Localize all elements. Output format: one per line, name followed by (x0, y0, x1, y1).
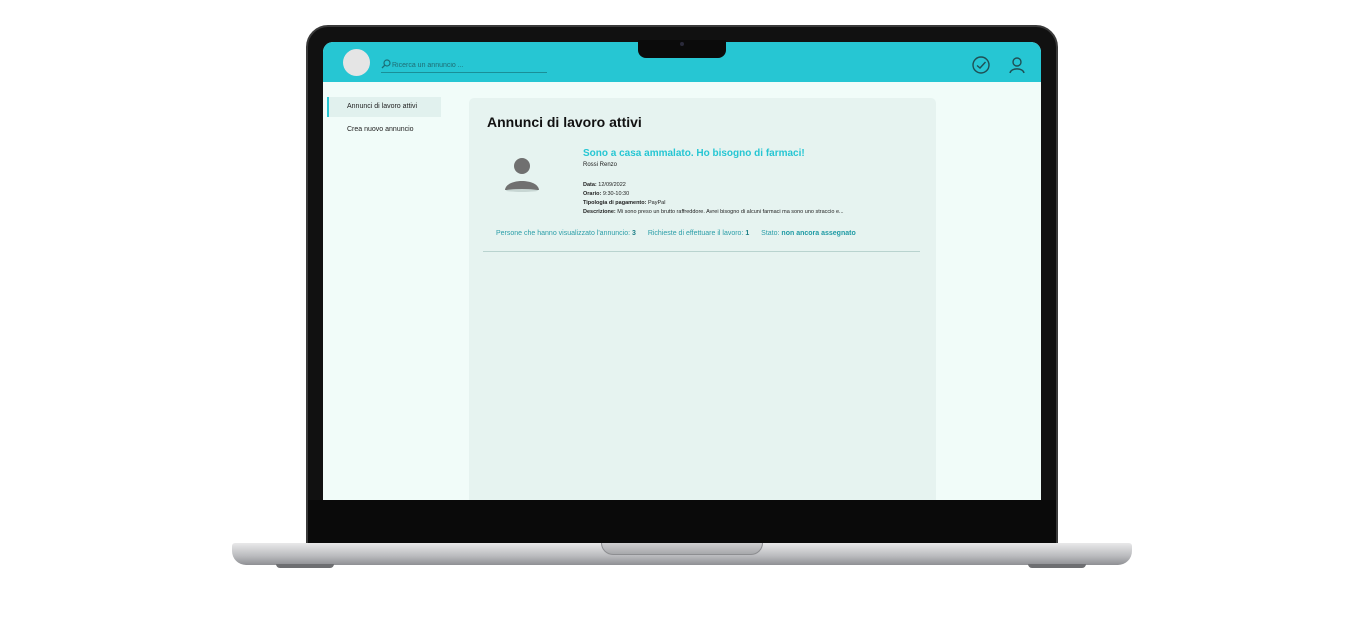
laptop-opening-groove (601, 543, 763, 555)
check-circle-icon[interactable] (971, 55, 991, 75)
search-bar (381, 59, 547, 73)
listing-stats: Persone che hanno visualizzato l'annunci… (496, 230, 856, 237)
listings-panel: Annunci di lavoro attivi Sono a casa amm… (469, 98, 936, 500)
description-label: Descrizione: (583, 209, 616, 215)
listing-author: Rossi Renzo (583, 162, 618, 168)
page-title: Annunci di lavoro attivi (487, 114, 642, 130)
requests-label: Richieste di effettuare il lavoro: (647, 230, 744, 237)
payment-label: Tipologia di pagamento: (583, 200, 647, 206)
sidebar-item-active-listings[interactable]: Annunci di lavoro attivi (327, 97, 441, 117)
laptop-foot-right (1028, 564, 1086, 568)
time-value: 9:30-10:30 (602, 191, 630, 197)
user-icon[interactable] (1007, 55, 1027, 75)
user-avatar-icon (505, 158, 539, 192)
sidebar: Annunci di lavoro attivi Crea nuovo annu… (327, 97, 441, 143)
views-count: 3 (632, 230, 636, 237)
listing-title[interactable]: Sono a casa ammalato. Ho bisogno di farm… (583, 148, 805, 159)
logo-avatar[interactable] (343, 49, 370, 76)
laptop-bezel-bottom (308, 500, 1056, 545)
app-screen: Annunci di lavoro attivi Crea nuovo annu… (323, 42, 1041, 500)
status-label: Stato: (761, 230, 780, 237)
payment-value: PayPal (648, 200, 666, 206)
date-value: 12/09/2022 (598, 182, 626, 188)
time-label: Orario: (583, 191, 602, 197)
views-label: Persone che hanno visualizzato l'annunci… (496, 230, 631, 237)
listing-details: Data: 12/09/2022 Orario: 9:30-10:30 Tipo… (583, 181, 923, 217)
sidebar-item-create-listing[interactable]: Crea nuovo annuncio (327, 120, 441, 140)
laptop-foot-left (276, 564, 334, 568)
listing-item[interactable]: Sono a casa ammalato. Ho bisogno di farm… (483, 144, 920, 252)
search-icon[interactable] (381, 59, 391, 69)
date-label: Data: (583, 182, 597, 188)
laptop-mockup: Annunci di lavoro attivi Crea nuovo annu… (0, 0, 1366, 632)
camera-icon (680, 42, 684, 46)
search-input[interactable] (392, 59, 542, 71)
status-badge: non ancora assegnato (781, 230, 856, 237)
requests-count: 1 (745, 230, 750, 237)
description-value: Mi sono preso un brutto raffreddore. Avr… (617, 209, 844, 215)
